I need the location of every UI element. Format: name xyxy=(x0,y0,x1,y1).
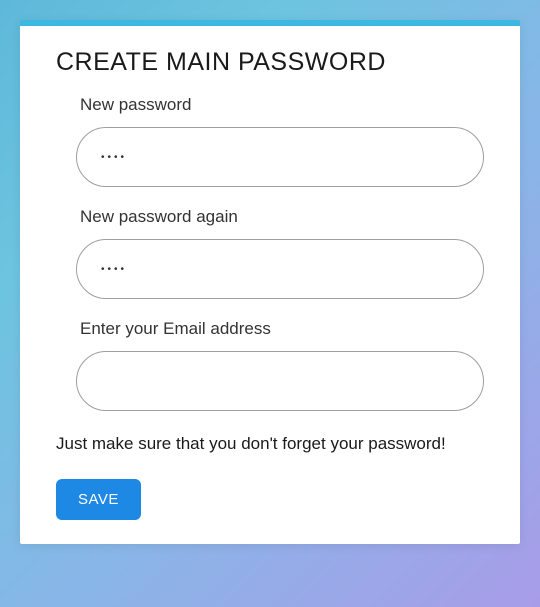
create-password-card: CREATE MAIN PASSWORD New password New pa… xyxy=(20,20,520,544)
new-password-again-label: New password again xyxy=(76,207,484,227)
save-button[interactable]: SAVE xyxy=(56,479,141,520)
helper-text: Just make sure that you don't forget you… xyxy=(46,431,494,457)
email-label: Enter your Email address xyxy=(76,319,484,339)
new-password-again-group: New password again xyxy=(46,207,494,299)
new-password-group: New password xyxy=(46,95,494,187)
new-password-label: New password xyxy=(76,95,484,115)
email-input[interactable] xyxy=(76,351,484,411)
new-password-input[interactable] xyxy=(76,127,484,187)
email-group: Enter your Email address xyxy=(46,319,494,411)
form-title: CREATE MAIN PASSWORD xyxy=(46,48,494,77)
new-password-again-input[interactable] xyxy=(76,239,484,299)
